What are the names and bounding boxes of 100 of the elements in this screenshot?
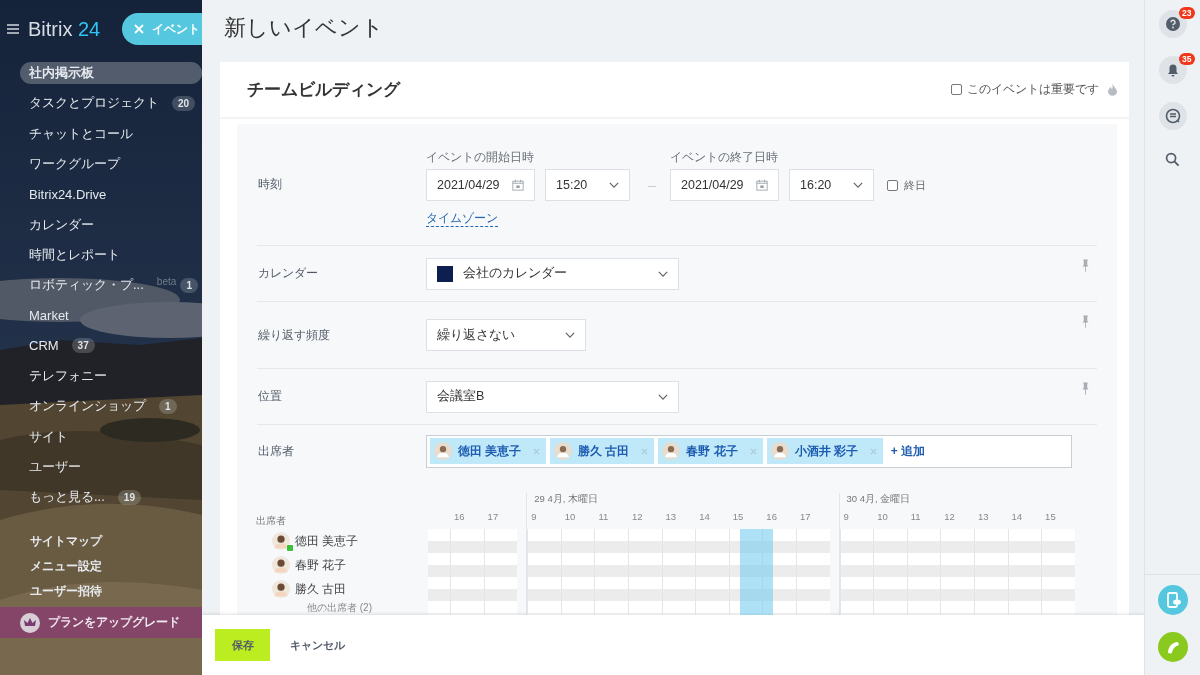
timeline-column[interactable]: [527, 529, 561, 615]
timeline-column[interactable]: [627, 529, 662, 615]
sidebar-link[interactable]: メニュー設定: [30, 559, 202, 575]
phone-icon[interactable]: [1157, 632, 1188, 662]
timeline-column[interactable]: [728, 529, 763, 615]
sidebar-item[interactable]: CRM: [20, 336, 68, 356]
repeat-select[interactable]: 繰り返さない: [426, 319, 586, 351]
field-label: 出席者: [257, 442, 295, 460]
location-select[interactable]: 会議室B: [426, 380, 679, 413]
upgrade-button[interactable]: プランをアップグレード: [0, 607, 202, 639]
attendee-tag[interactable]: 勝久 古田: [550, 438, 655, 464]
hour-label: 9: [530, 511, 538, 524]
day-title: 30 4月, 金曜日: [846, 493, 911, 504]
calendar-select[interactable]: 会社のカレンダー: [426, 257, 679, 290]
timeline-column[interactable]: [483, 529, 518, 615]
checkbox[interactable]: [887, 179, 898, 191]
field-label: カレンダー: [257, 265, 319, 282]
search-icon[interactable]: [1165, 151, 1180, 167]
timeline-column[interactable]: [560, 529, 595, 615]
sidebar-item[interactable]: サイト: [20, 425, 77, 448]
sidebar-link[interactable]: ユーザー招待: [30, 584, 202, 600]
timeline-column[interactable]: [762, 529, 796, 615]
sidebar-item[interactable]: ワークグループ: [20, 153, 129, 176]
time-select[interactable]: 16:20: [789, 169, 874, 201]
pin-icon[interactable]: [1082, 382, 1089, 395]
pin-icon[interactable]: [1082, 315, 1089, 328]
sidebar-item[interactable]: もっと見る...: [20, 486, 114, 509]
sidebar-item[interactable]: Bitrix24.Drive: [20, 184, 116, 204]
sidebar-item[interactable]: Market: [20, 306, 78, 325]
chevron-down-icon: [565, 332, 575, 338]
timeline-column[interactable]: [973, 529, 1008, 615]
add-link[interactable]: + 追加: [890, 442, 926, 460]
chat-icon[interactable]: [1158, 102, 1187, 130]
sidebar-item[interactable]: オンラインショップ: [20, 395, 155, 418]
counter-badge: 20: [172, 95, 196, 111]
timeline-column[interactable]: [695, 529, 729, 615]
sidebar-item[interactable]: 社内掲示板: [20, 62, 202, 85]
checkbox[interactable]: [951, 84, 962, 95]
field-caption: イベントの終了日時: [670, 150, 779, 165]
timeline-column[interactable]: [594, 529, 628, 615]
attendee-field[interactable]: 徳田 美恵子 勝久 古田 春野 花子 小酒井 彩子 + 追加: [426, 434, 1072, 468]
remove-icon[interactable]: [749, 447, 757, 455]
hour-label: 17: [798, 511, 812, 524]
all-day-label: 終日: [904, 177, 926, 193]
attendee-tag[interactable]: 小酒井 彩子: [766, 438, 883, 464]
logo: Bitrix 24: [28, 17, 101, 41]
field-caption: イベントの開始日時: [426, 150, 535, 165]
sidebar-item[interactable]: ロボティック・プ...: [20, 274, 153, 297]
flame-icon: [1108, 83, 1117, 96]
timeline-column[interactable]: [1041, 529, 1075, 615]
date-field[interactable]: 2021/04/29: [426, 169, 535, 201]
hour-label: 11: [909, 511, 922, 524]
hour-label: 16: [765, 511, 778, 524]
timezone-link[interactable]: タイムゾーン: [426, 211, 498, 227]
sidebar-item[interactable]: タスクとプロジェクト: [20, 92, 168, 115]
timeline-column[interactable]: [795, 529, 830, 615]
sidebar-item[interactable]: カレンダー: [20, 213, 103, 236]
save-button[interactable]: 保存: [215, 629, 270, 661]
attendee-tag[interactable]: 春野 花子: [658, 438, 763, 464]
pin-icon[interactable]: [1082, 259, 1089, 272]
sidebar-item[interactable]: ユーザー: [20, 456, 90, 478]
device-cloud-icon[interactable]: [1157, 585, 1188, 615]
field-label: 繰り返す頻度: [257, 326, 331, 344]
sidebar-link[interactable]: サイトマップ: [30, 534, 202, 550]
timeline-column[interactable]: [873, 529, 907, 615]
hour-label: 12: [943, 511, 956, 524]
hour-label: 10: [563, 511, 577, 524]
attendee-tag[interactable]: 徳田 美恵子: [430, 438, 547, 464]
sidebar-item[interactable]: テレフォニー: [20, 365, 116, 388]
menu-icon[interactable]: [7, 24, 19, 34]
timeline-column[interactable]: [940, 529, 974, 615]
chevron-down-icon: [609, 182, 619, 188]
remove-icon[interactable]: [533, 447, 541, 455]
remove-icon[interactable]: [641, 447, 649, 455]
timeline-column[interactable]: [839, 529, 874, 615]
timeline-column[interactable]: [1007, 529, 1042, 615]
selected-time-slot[interactable]: [739, 529, 774, 615]
event-title[interactable]: チームビルディング: [247, 78, 400, 101]
time-select[interactable]: 15:20: [545, 169, 630, 201]
sidebar-item[interactable]: 時間とレポート: [20, 243, 129, 266]
hour-label: 11: [597, 511, 610, 524]
chevron-down-icon: [658, 393, 668, 400]
timeline-column[interactable]: [450, 529, 484, 615]
sidebar-item[interactable]: チャットとコール: [20, 122, 142, 145]
hour-label: 9: [842, 511, 850, 524]
hour-label: 16: [453, 511, 466, 524]
hour-label: 15: [731, 511, 745, 524]
remove-icon[interactable]: [869, 447, 877, 455]
cancel-button[interactable]: キャンセル: [284, 636, 351, 654]
hour-label: 14: [698, 511, 711, 524]
date-field[interactable]: 2021/04/29: [670, 169, 779, 201]
counter-badge: 1: [159, 398, 177, 414]
beta-label: beta: [156, 275, 177, 287]
more-attendees[interactable]: 他の出席者 (2): [307, 601, 428, 615]
timeline-column[interactable]: [906, 529, 941, 615]
avatar-icon: [434, 442, 452, 460]
avatar-icon: [770, 442, 789, 460]
timeline-column[interactable]: [661, 529, 696, 615]
calendar-icon: [512, 179, 524, 191]
crown-icon: [20, 612, 40, 633]
